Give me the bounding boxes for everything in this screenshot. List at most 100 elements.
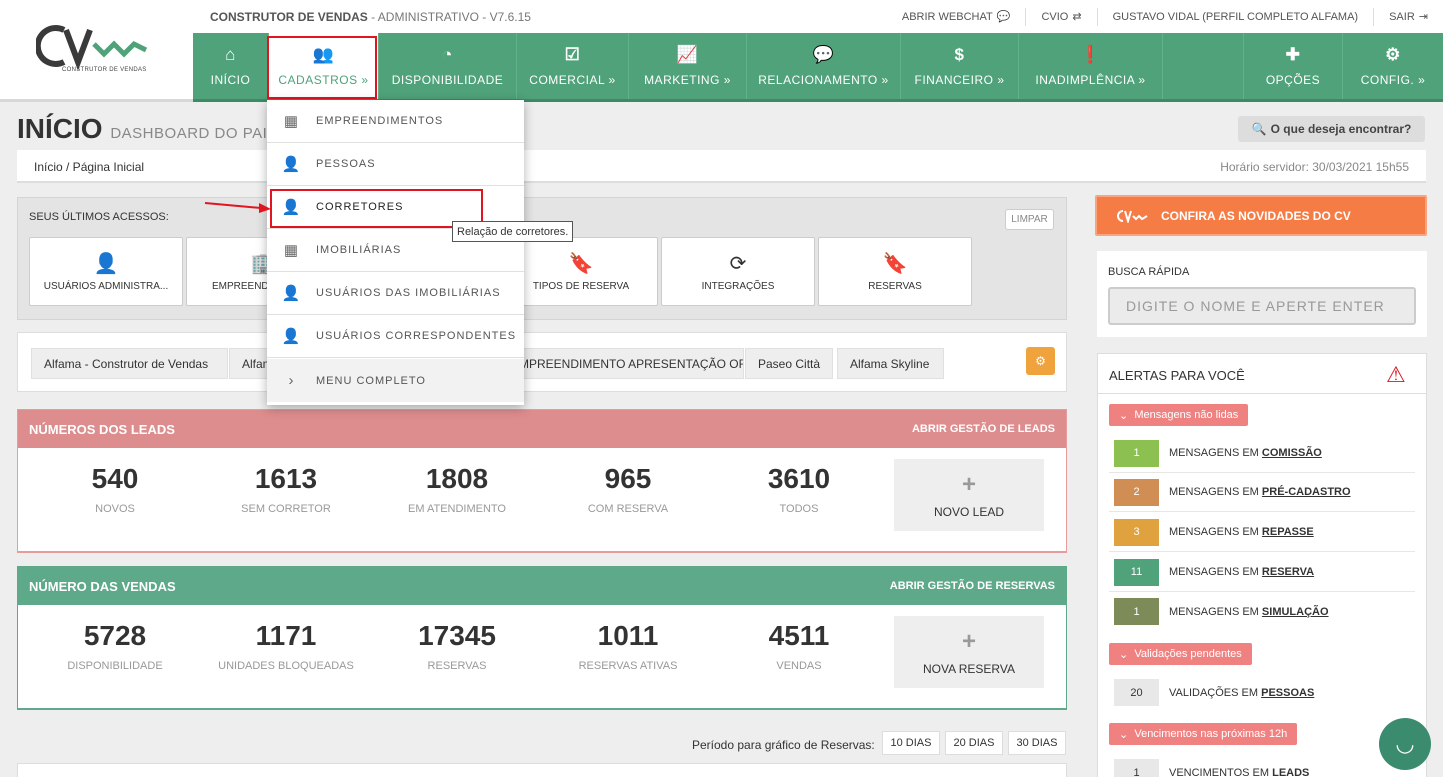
projects-settings-button[interactable]: ⚙ (1026, 347, 1055, 375)
lead-stat[interactable]: 965 COM RESERVA (543, 463, 713, 515)
new-lead-button[interactable]: + NOVO LEAD (894, 459, 1044, 531)
sales-stat[interactable]: 5728 DISPONIBILIDADE (30, 620, 200, 672)
lead-stat[interactable]: 1808 EM ATENDIMENTO (372, 463, 542, 515)
nav-disponibilidade[interactable]: ◔ DISPONIBILIDADE (379, 33, 517, 99)
plus-icon: + (961, 471, 976, 498)
pending-validations-tag[interactable]: ⌄ Validações pendentes (1109, 643, 1252, 665)
leads-title: NÚMEROS DOS LEADS (29, 421, 175, 437)
highlight-box (267, 36, 377, 99)
recent-tile[interactable]: 🔖 RESERVAS (818, 237, 972, 306)
nav-relacionamento[interactable]: 💬 RELACIONAMENTO » (747, 33, 901, 99)
alert-row[interactable]: 20 VALIDAÇÕES EM PESSOAS (1109, 673, 1415, 712)
sales-stat[interactable]: 1011 RESERVAS ATIVAS (543, 620, 713, 672)
dashboard-icon: ◔ (442, 45, 453, 64)
alert-row[interactable]: 2 MENSAGENS EM PRÉ-CADASTRO (1109, 473, 1415, 512)
chat-icon: ◡ (1395, 731, 1415, 756)
nav-comercial[interactable]: ☑ COMERCIAL » (517, 33, 629, 99)
leads-panel: NÚMEROS DOS LEADS ABRIR GESTÃO DE LEADS … (17, 409, 1067, 553)
chat-icon: 💬 (996, 11, 1011, 23)
new-reservation-button[interactable]: + NOVA RESERVA (894, 616, 1044, 688)
home-icon: ⌂ (225, 45, 236, 64)
alert-row[interactable]: 11 MENSAGENS EM RESERVA (1109, 553, 1415, 592)
user-profile-link[interactable]: GUSTAVO VIDAL (PERFIL COMPLETO ALFAMA) (1096, 7, 1374, 26)
logout-icon: ⇥ (1418, 11, 1428, 23)
gear-icon: ⚙ (1385, 45, 1401, 64)
alert-row[interactable]: 1 MENSAGENS EM SIMULAÇÃO (1109, 592, 1415, 631)
recent-access-panel: SEUS ÚLTIMOS ACESSOS: LIMPAR 👤 USUÁRIOS A… (17, 197, 1067, 320)
server-time: Horário servidor: 30/03/2021 15h55 (1220, 160, 1409, 174)
alerts-panel: ALERTAS PARA VOCÊ ⚠ ⌄ Mensagens não lida… (1097, 353, 1427, 777)
comments-icon: 💬 (812, 45, 835, 64)
dollar-icon: $ (954, 45, 965, 64)
nav-inadimplencia[interactable]: ❗ INADIMPLÊNCIA » (1019, 33, 1163, 99)
user-icon: 👤 (281, 156, 302, 173)
project-chip[interactable]: Alfama Skyline (837, 348, 944, 379)
quick-search-panel: BUSCA RÁPIDA DIGITE O NOME E APERTE ENTE… (1097, 251, 1427, 337)
swap-icon: ⇄ (1072, 11, 1082, 23)
projects-bar: Alfama - Construtor de Vendas Alfama EMP… (17, 332, 1067, 392)
period-20-button[interactable]: 20 DIAS (945, 731, 1003, 755)
quick-search-label: BUSCA RÁPIDA (1108, 266, 1190, 278)
search-icon: 🔍 (1251, 122, 1267, 136)
open-leads-link[interactable]: ABRIR GESTÃO DE LEADS (912, 423, 1055, 435)
tooltip: Relação de corretores. (452, 221, 574, 242)
nav-inicio[interactable]: ⌂ INÍCIO (193, 33, 269, 99)
period-10-button[interactable]: 10 DIAS (882, 731, 940, 755)
dropdown-item-pessoas[interactable]: 👤 PESSOAS (267, 143, 524, 186)
unread-messages-tag[interactable]: ⌄ Mensagens não lidas (1109, 404, 1249, 426)
nav-config[interactable]: ⚙ CONFIG. » (1343, 33, 1443, 99)
plus-icon: ✚ (1285, 45, 1301, 64)
quick-search-input[interactable]: DIGITE O NOME E APERTE ENTER (1108, 287, 1416, 325)
sales-stat[interactable]: 4511 VENDAS (714, 620, 884, 672)
nav-opcoes[interactable]: ✚ OPÇÕES (1243, 33, 1343, 99)
bookmark-icon: 🔖 (568, 253, 594, 275)
user-icon: 👤 (93, 253, 119, 275)
clear-recent-button[interactable]: LIMPAR (1005, 209, 1054, 230)
nav-financeiro[interactable]: $ FINANCEIRO » (901, 33, 1019, 99)
recent-tile[interactable]: 👤 USUÁRIOS ADMINISTRA... (29, 237, 183, 306)
lead-stat[interactable]: 1613 SEM CORRETOR (201, 463, 371, 515)
reservations-chart-card (17, 763, 1067, 777)
cvio-link[interactable]: CVIO ⇄ (1025, 7, 1096, 26)
refresh-icon: ⟳ (729, 253, 747, 275)
alert-row[interactable]: 1 VENCIMENTOS EM LEADS (1109, 753, 1415, 777)
chevron-right-icon: › (288, 372, 295, 389)
recent-tile[interactable]: ⟳ INTEGRAÇÕES (661, 237, 815, 306)
breadcrumb[interactable]: Início / Página Inicial (34, 160, 144, 174)
check-square-icon: ☑ (564, 45, 581, 64)
sales-panel: NÚMERO DAS VENDAS ABRIR GESTÃO DE RESERV… (17, 566, 1067, 710)
cv-mini-logo (1117, 209, 1148, 223)
logo-area[interactable]: CONSTRUTOR DE VENDAS (0, 0, 193, 102)
dropdown-item-empreendimentos[interactable]: ▦ EMPREENDIMENTOS (267, 100, 524, 143)
sales-header: NÚMERO DAS VENDAS ABRIR GESTÃO DE RESERV… (18, 567, 1066, 605)
building-icon: ▦ (283, 242, 300, 259)
lead-stat[interactable]: 540 NOVOS (30, 463, 200, 515)
sales-stat[interactable]: 17345 RESERVAS (372, 620, 542, 672)
webchat-link[interactable]: ABRIR WEBCHAT 💬 (887, 8, 1026, 26)
user-icon: 👤 (281, 328, 302, 345)
recent-tile[interactable]: 🔖 TIPOS DE RESERVA (504, 237, 658, 306)
recent-title: SEUS ÚLTIMOS ACESSOS: (29, 211, 169, 223)
chat-launcher-button[interactable]: ◡ (1379, 718, 1431, 770)
alert-row[interactable]: 3 MENSAGENS EM REPASSE (1109, 513, 1415, 552)
project-chip[interactable]: EMPREENDIMENTO APRESENTAÇÃO OFICIAL (498, 348, 744, 379)
news-banner[interactable]: CONFIRA AS NOVIDADES DO CV (1095, 195, 1427, 236)
project-chip[interactable]: Alfama - Construtor de Vendas (31, 348, 228, 379)
global-search-button[interactable]: 🔍 O que deseja encontrar? (1238, 116, 1425, 142)
nav-marketing[interactable]: 📈 MARKETING » (629, 33, 747, 99)
open-reservations-link[interactable]: ABRIR GESTÃO DE RESERVAS (890, 580, 1055, 592)
alert-row[interactable]: 1 MENSAGENS EM COMISSÃO (1109, 434, 1415, 473)
sales-stat[interactable]: 1171 UNIDADES BLOQUEADAS (201, 620, 371, 672)
dropdown-item-usuarios-imobiliarias[interactable]: 👤 USUÁRIOS DAS IMOBILIÁRIAS (267, 272, 524, 315)
period-30-button[interactable]: 30 DIAS (1008, 731, 1066, 755)
breadcrumb-bar: Início / Página Inicial Horário servidor… (17, 150, 1426, 183)
top-links: ABRIR WEBCHAT 💬 CVIO ⇄ GUSTAVO VIDAL (PERF… (887, 0, 1443, 33)
dropdown-item-usuarios-correspondentes[interactable]: 👤 USUÁRIOS CORRESPONDENTES (267, 315, 524, 358)
project-chip[interactable]: Paseo Città (745, 348, 833, 379)
alert-circle-icon: ❗ (1079, 45, 1102, 64)
lead-stat[interactable]: 3610 TODOS (714, 463, 884, 515)
due-soon-tag[interactable]: ⌄ Vencimentos nas próximas 12h (1109, 723, 1298, 745)
logout-link[interactable]: SAIR ⇥ (1373, 7, 1443, 26)
warning-icon: ⚠ (1386, 362, 1406, 387)
dropdown-item-menu-completo[interactable]: › MENU COMPLETO (267, 359, 524, 402)
